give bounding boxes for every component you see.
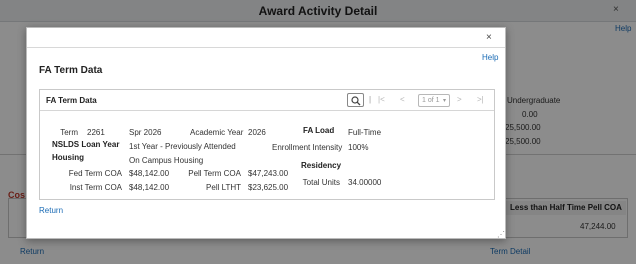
fed-term-coa-value: $48,142.00	[129, 169, 170, 178]
fa-load-label: FA Load	[303, 126, 335, 135]
page-select-value: 1 of 1	[422, 97, 440, 104]
pell-term-coa-value: $47,243.00	[248, 169, 289, 178]
fed-term-coa-label: Fed Term COA	[68, 169, 122, 178]
resize-handle-icon[interactable]: ⋰	[497, 230, 505, 239]
residency-label: Residency	[301, 161, 342, 170]
panel-header: FA Term Data | |< < 1 of 1 ▾ > >|	[40, 90, 494, 111]
total-units-value: 34.00000	[348, 178, 382, 187]
term-description: Spr 2026	[129, 128, 162, 137]
inst-term-coa-label: Inst Term COA	[69, 183, 122, 192]
chevron-down-icon: ▾	[443, 98, 447, 104]
enrollment-intensity-label: Enrollment Intensity	[272, 143, 343, 152]
modal-close-icon[interactable]: ×	[486, 32, 492, 43]
total-units-label: Total Units	[302, 178, 340, 187]
search-button[interactable]	[347, 93, 364, 107]
panel-title: FA Term Data	[46, 96, 97, 105]
previous-page-icon[interactable]: <	[400, 95, 405, 104]
search-icon	[351, 96, 361, 106]
page-select[interactable]: 1 of 1 ▾	[418, 94, 450, 107]
modal-titlebar	[27, 28, 505, 48]
term-label: Term	[60, 128, 78, 137]
nslds-loan-year-value: 1st Year - Previously Attended	[129, 142, 236, 151]
pell-term-coa-label: Pell Term COA	[188, 169, 241, 178]
pell-ltht-label: Pell LTHT	[206, 183, 241, 192]
fa-load-value: Full-Time	[348, 128, 382, 137]
fa-term-data-panel: FA Term Data | |< < 1 of 1 ▾ > >| Term 2…	[39, 89, 495, 200]
housing-label: Housing	[52, 153, 84, 162]
modal-title: FA Term Data	[39, 65, 103, 76]
modal-help-link[interactable]: Help	[482, 53, 498, 62]
last-page-icon[interactable]: >|	[477, 95, 484, 104]
academic-year-label: Academic Year	[190, 128, 244, 137]
fa-term-data-modal: × Help FA Term Data FA Term Data | |< < …	[26, 27, 506, 239]
nslds-loan-year-label: NSLDS Loan Year	[52, 140, 120, 149]
academic-year-value: 2026	[248, 128, 266, 137]
term-value: 2261	[87, 128, 105, 137]
nav-separator: |	[369, 95, 372, 104]
inst-term-coa-value: $48,142.00	[129, 183, 170, 192]
housing-value: On Campus Housing	[129, 156, 204, 165]
first-page-icon[interactable]: |<	[378, 95, 385, 104]
modal-return-link[interactable]: Return	[39, 206, 63, 215]
enrollment-intensity-value: 100%	[348, 143, 369, 152]
next-page-icon[interactable]: >	[457, 95, 462, 104]
